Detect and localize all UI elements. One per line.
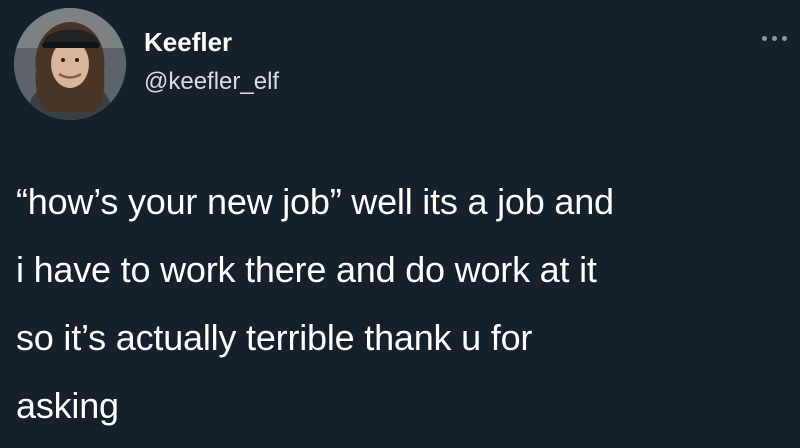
- dot: [772, 36, 777, 41]
- author-display-name[interactable]: Keefler: [144, 27, 232, 57]
- avatar[interactable]: [14, 8, 126, 120]
- author-handle[interactable]: @keefler_elf: [144, 68, 279, 96]
- dot: [762, 36, 767, 41]
- tweet-text-line: “how’s your new job” well its a job and: [16, 181, 614, 222]
- more-options-icon[interactable]: [758, 30, 792, 46]
- tweet-text-line: i have to work there and do work at it: [16, 249, 597, 290]
- tweet-text-line: asking: [16, 385, 119, 426]
- tweet-card: Keefler @keefler_elf “how’s your new job…: [0, 0, 800, 448]
- tweet-text: “how’s your new job” well its a job and …: [16, 168, 791, 440]
- dot: [782, 36, 787, 41]
- tweet-text-line: so it’s actually terrible thank u for: [16, 317, 533, 358]
